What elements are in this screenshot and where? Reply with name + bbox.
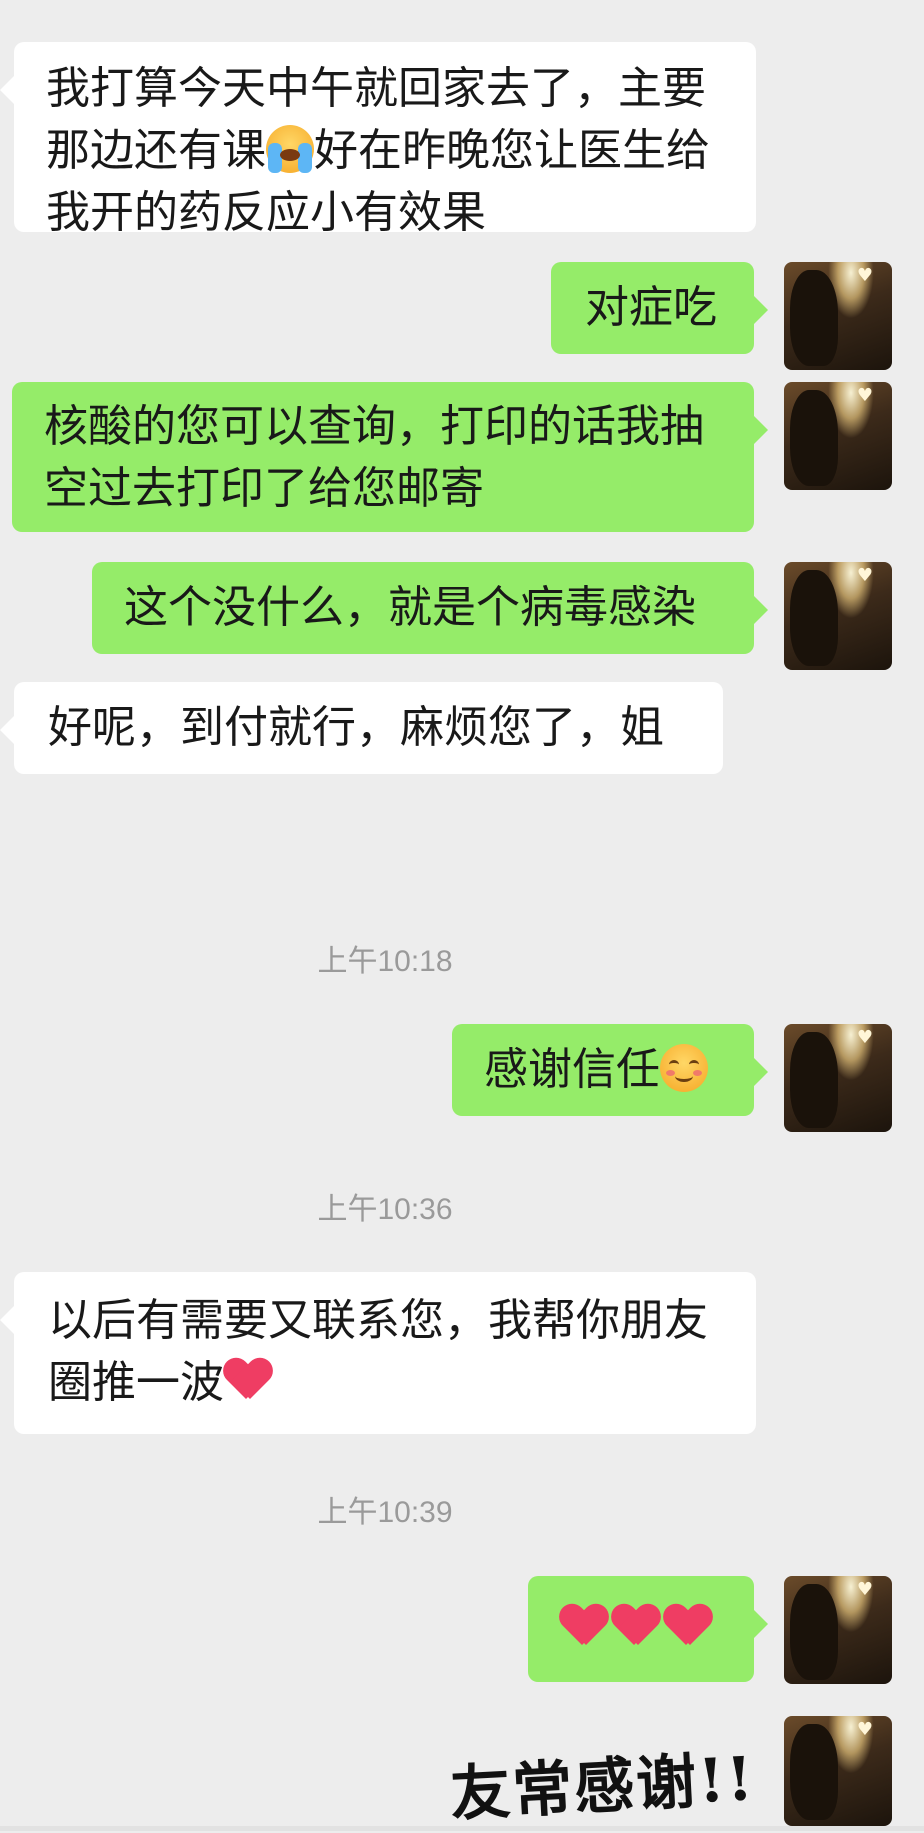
avatar[interactable]: ♥ <box>784 262 892 370</box>
smiling-face-icon <box>660 1044 708 1092</box>
divider <box>0 1826 924 1831</box>
red-heart-icon <box>664 1605 712 1649</box>
message-text: 好呢，到付就行，麻烦您了，姐 <box>48 702 664 753</box>
message-text: 以后有需要又联系您，我帮你朋友 <box>48 1295 708 1346</box>
message-text: 圈推一波 <box>48 1352 722 1414</box>
heart-icon: ♥ <box>856 1027 874 1048</box>
avatar[interactable]: ♥ <box>784 382 892 490</box>
outgoing-message-bubble[interactable]: 对症吃 <box>551 262 768 354</box>
timestamp: 上午10:18 <box>317 945 453 978</box>
outgoing-message-bubble[interactable]: 感谢信任 <box>452 1024 768 1116</box>
incoming-message-bubble[interactable]: 好呢，到付就行，麻烦您了，姐 <box>0 682 723 774</box>
outgoing-message-bubble[interactable] <box>528 1576 768 1682</box>
handwritten-annotation: 友常感谢!! <box>448 1744 757 1830</box>
avatar[interactable]: ♥ <box>784 1716 892 1826</box>
heart-icon: ♥ <box>856 265 874 286</box>
crying-face-icon <box>266 125 314 173</box>
incoming-message-bubble[interactable]: 我打算今天中午就回家去了，主要 那边还有课 好在昨晚您让医生给 我开的药反应小有效… <box>0 42 756 238</box>
message-text: 这个没什么，就是个病毒感染 <box>124 582 696 633</box>
message-text: 空过去打印了给您邮寄 <box>44 463 484 514</box>
outgoing-message-bubble[interactable]: 核酸的您可以查询，打印的话我抽 空过去打印了给您邮寄 <box>12 382 768 532</box>
avatar[interactable]: ♥ <box>784 1576 892 1684</box>
heart-icon: ♥ <box>856 1579 874 1600</box>
message-text: 我开的药反应小有效果 <box>46 187 486 238</box>
message-text: 那边还有课 好在昨晚您让医生给 <box>46 125 710 176</box>
timestamp: 上午10:39 <box>317 1496 453 1529</box>
message-text: 核酸的您可以查询，打印的话我抽 <box>44 401 704 452</box>
heart-icon: ♥ <box>856 565 874 586</box>
red-heart-icon <box>560 1605 608 1649</box>
message-text: 我打算今天中午就回家去了，主要 <box>46 63 706 114</box>
message-text: 对症吃 <box>585 282 717 333</box>
heart-icon: ♥ <box>856 385 874 406</box>
heart-icon: ♥ <box>856 1719 874 1740</box>
red-heart-icon <box>612 1605 660 1649</box>
timestamp: 上午10:36 <box>317 1193 453 1226</box>
message-text: 感谢信任 <box>484 1044 660 1095</box>
avatar[interactable]: ♥ <box>784 1024 892 1132</box>
avatar[interactable]: ♥ <box>784 562 892 670</box>
red-heart-icon <box>224 1359 272 1403</box>
incoming-message-bubble[interactable]: 以后有需要又联系您，我帮你朋友 圈推一波 <box>0 1272 756 1434</box>
outgoing-message-bubble[interactable]: 这个没什么，就是个病毒感染 <box>92 562 768 654</box>
